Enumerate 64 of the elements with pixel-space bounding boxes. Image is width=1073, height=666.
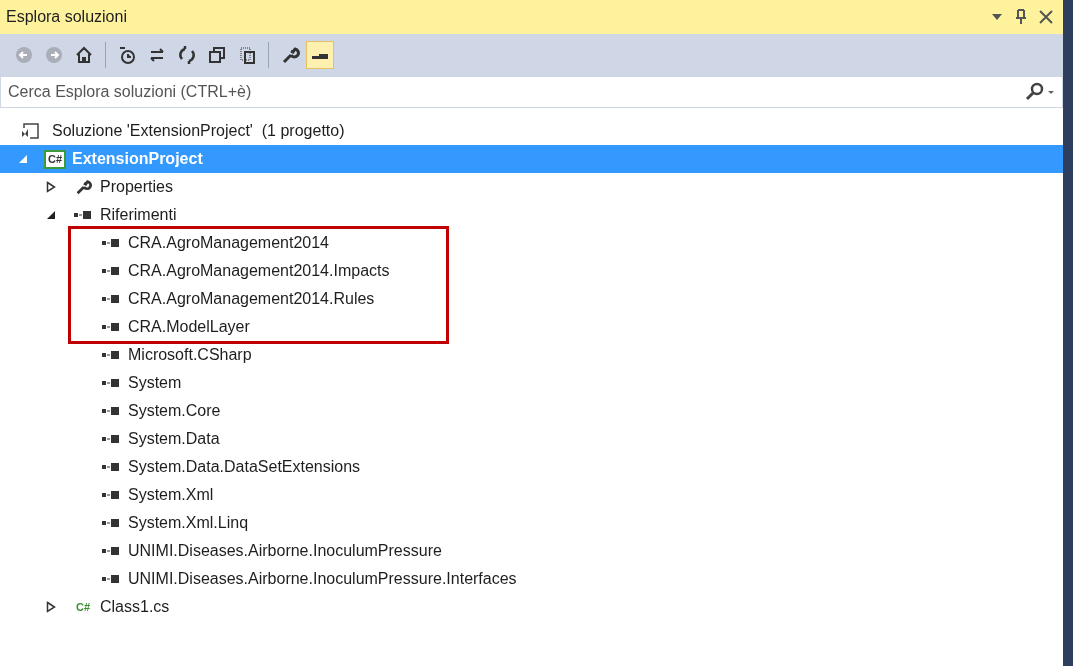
preview-icon[interactable] [306,41,334,69]
reference-icon [102,462,120,472]
reference-icon [102,266,120,276]
tree-item-label: Class1.cs [100,597,170,617]
tree-item-label: CRA.AgroManagement2014 [128,233,329,253]
tree-item-label: Riferimenti [100,205,177,225]
tree-item-label: CRA.AgroManagement2014.Rules [128,289,375,309]
tree-item[interactable]: C# ExtensionProject [0,145,1063,173]
tree-item-label: System.Data.DataSetExtensions [128,457,361,477]
search-field[interactable]: Cerca Esplora soluzioni (CTRL+è) [0,76,1063,108]
csharp-project-icon: C# [43,149,67,169]
collapsed-arrow-icon[interactable] [46,601,56,613]
tree-item[interactable]: System [0,369,1063,397]
tree-item[interactable]: Properties [0,173,1063,201]
reference-icon [102,490,120,500]
tree-item[interactable]: CRA.AgroManagement2014.Impacts [0,257,446,285]
tree-item[interactable]: Riferimenti [0,201,1063,229]
reference-icon [102,574,120,584]
reference-icon [102,322,120,332]
tree-item-label: System [128,373,182,393]
tree-item-label: CRA.ModelLayer [128,317,250,337]
reference-icon [74,210,92,220]
tree-item[interactable]: CRA.AgroManagement2014 [0,229,446,257]
tree-item[interactable]: System.Data.DataSetExtensions [0,453,1063,481]
tree-item-label: Soluzione 'ExtensionProject' (1 progetto) [52,121,345,141]
tree-item-label: System.Data [128,429,220,449]
tree-item-label: CRA.AgroManagement2014.Impacts [128,261,390,281]
tree-item[interactable]: UNIMI.Diseases.Airborne.InoculumPressure [0,537,1063,565]
tree-item-label: ExtensionProject [72,149,203,169]
tree-item[interactable]: Soluzione 'ExtensionProject' (1 progetto) [0,117,1063,145]
tree-item[interactable]: UNIMI.Diseases.Airborne.InoculumPressure.Interfaces [0,565,1063,593]
wrench-icon [74,178,92,196]
reference-icon [102,518,120,528]
tree-item[interactable]: CRA.AgroManagement2014.Rules [0,285,446,313]
collapsed-arrow-icon[interactable] [46,181,56,193]
tree-item[interactable]: Microsoft.CSharp [0,341,1063,369]
tree-item[interactable]: CRA.ModelLayer [0,313,446,341]
reference-icon [102,434,120,444]
tree-item[interactable]: System.Xml.Linq [0,509,1063,537]
solution-icon [20,122,40,140]
tree-item-label: System.Core [128,401,221,421]
reference-icon [102,350,120,360]
dropdown-icon[interactable] [991,13,1003,21]
csharp-file-icon: C# [75,601,91,613]
tree-item[interactable]: C# Class1.cs [0,593,1063,621]
reference-icon [102,378,120,388]
window-title: Esplora soluzioni [6,7,127,27]
reference-icon [102,294,120,304]
tree-item[interactable]: System.Xml [0,481,1063,509]
search-icon[interactable] [1024,82,1056,102]
tree-item-label: System.Xml.Linq [128,513,249,533]
tree-item-label: Microsoft.CSharp [128,345,252,365]
tree-item-label: System.Xml [128,485,214,505]
tree-item-label: Properties [100,177,173,197]
reference-icon [102,238,120,248]
reference-icon [102,546,120,556]
close-icon[interactable] [1039,10,1053,24]
tree-item[interactable]: System.Core [0,397,1063,425]
expanded-arrow-icon[interactable] [46,210,56,220]
reference-icon [102,406,120,416]
pin-icon[interactable] [1015,9,1027,25]
tree-item-label: UNIMI.Diseases.Airborne.InoculumPressure [128,541,442,561]
tree-item[interactable]: System.Data [0,425,1063,453]
tree-item-label: UNIMI.Diseases.Airborne.InoculumPressure.Interfaces [128,569,517,589]
